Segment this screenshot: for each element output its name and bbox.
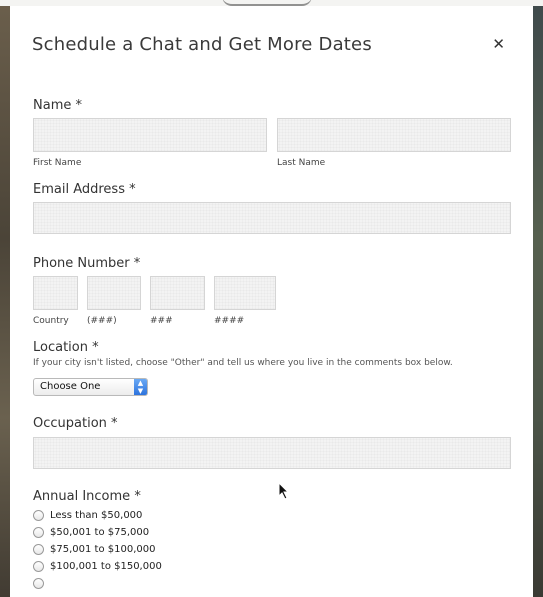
income-option[interactable]: $100,001 to $150,000	[33, 558, 510, 575]
email-label-text: Email Address	[33, 182, 125, 197]
email-field-group: Email Address *	[33, 182, 511, 234]
page-backdrop-right	[533, 0, 543, 597]
occupation-input[interactable]	[33, 436, 511, 469]
occupation-label-text: Occupation	[33, 415, 107, 431]
phone-country-group: Country	[33, 276, 78, 326]
phone-area-group: (###)	[87, 276, 141, 326]
required-mark: *	[133, 256, 141, 271]
phone-line-input[interactable]	[214, 276, 276, 310]
phone-label-text: Phone Number	[33, 256, 130, 271]
income-option[interactable]: $50,001 to $75,000	[33, 524, 510, 541]
occupation-label: Occupation *	[33, 416, 510, 431]
required-mark: *	[92, 340, 99, 355]
phone-area-sublabel: (###)	[87, 316, 117, 326]
last-name-group: Last Name	[277, 118, 511, 168]
chevron-updown-icon: ▲ ▼	[134, 378, 147, 395]
phone-prefix-group: ###	[150, 276, 205, 326]
phone-label: Phone Number *	[33, 256, 510, 271]
close-icon[interactable]: ✕	[492, 35, 505, 53]
modal-header: Schedule a Chat and Get More Dates ✕	[10, 6, 533, 86]
phone-prefix-sublabel: ###	[150, 316, 173, 326]
income-label-text: Annual Income	[33, 488, 131, 504]
required-mark: *	[75, 98, 83, 113]
email-input[interactable]	[33, 202, 511, 234]
phone-area-input[interactable]	[87, 276, 141, 310]
occupation-field-group: Occupation *	[33, 416, 511, 469]
phone-country-input[interactable]	[33, 276, 78, 310]
radio-button[interactable]	[33, 526, 44, 538]
income-option[interactable]: Less than $50,000	[33, 507, 510, 524]
location-select[interactable]: Choose One ▲ ▼	[33, 377, 148, 396]
name-field-group: Name * First Name Last Name	[33, 98, 511, 168]
name-label: Name *	[33, 98, 510, 113]
location-field-group: Location * If your city isn't listed, ch…	[33, 340, 510, 396]
first-name-group: First Name	[33, 118, 267, 168]
required-mark: *	[134, 488, 141, 504]
radio-button[interactable]	[33, 577, 44, 589]
phone-prefix-input[interactable]	[150, 276, 205, 310]
income-label: Annual Income *	[33, 489, 510, 504]
radio-button[interactable]	[33, 509, 44, 521]
income-option-label: Less than $50,000	[50, 509, 143, 521]
required-mark: *	[111, 415, 118, 431]
income-option-partial[interactable]	[33, 575, 510, 592]
phone-field-group: Phone Number * Country (###) ### ####	[33, 256, 510, 326]
first-name-input[interactable]	[33, 118, 267, 152]
income-option-label: $50,001 to $75,000	[50, 526, 150, 538]
page-backdrop-left	[0, 0, 10, 597]
schedule-chat-modal: Schedule a Chat and Get More Dates ✕ Nam…	[10, 6, 533, 597]
last-name-sublabel: Last Name	[277, 158, 326, 168]
name-row: First Name Last Name	[33, 118, 511, 168]
last-name-input[interactable]	[277, 118, 511, 152]
location-label: Location *	[33, 340, 510, 355]
phone-row: Country (###) ### ####	[33, 276, 510, 326]
income-option[interactable]: $75,001 to $100,000	[33, 541, 510, 558]
location-select-value: Choose One	[40, 381, 101, 392]
phone-country-sublabel: Country	[33, 316, 69, 326]
mouse-cursor-icon	[278, 481, 290, 504]
radio-button[interactable]	[33, 543, 44, 555]
phone-line-sublabel: ####	[214, 316, 245, 326]
income-option-label: $100,001 to $150,000	[50, 560, 162, 572]
schedule-form: Name * First Name Last Name Email Addres…	[10, 86, 533, 592]
radio-button[interactable]	[33, 560, 44, 572]
email-label: Email Address *	[33, 182, 510, 197]
location-label-text: Location	[33, 340, 88, 355]
modal-title: Schedule a Chat and Get More Dates	[32, 34, 372, 55]
income-field-group: Annual Income * Less than $50,000 $50,00…	[33, 489, 510, 592]
phone-line-group: ####	[214, 276, 276, 326]
name-label-text: Name	[33, 98, 72, 113]
location-help-text: If your city isn't listed, choose "Other…	[33, 358, 453, 368]
income-option-label: $75,001 to $100,000	[50, 543, 156, 555]
first-name-sublabel: First Name	[33, 158, 82, 168]
required-mark: *	[129, 182, 136, 197]
